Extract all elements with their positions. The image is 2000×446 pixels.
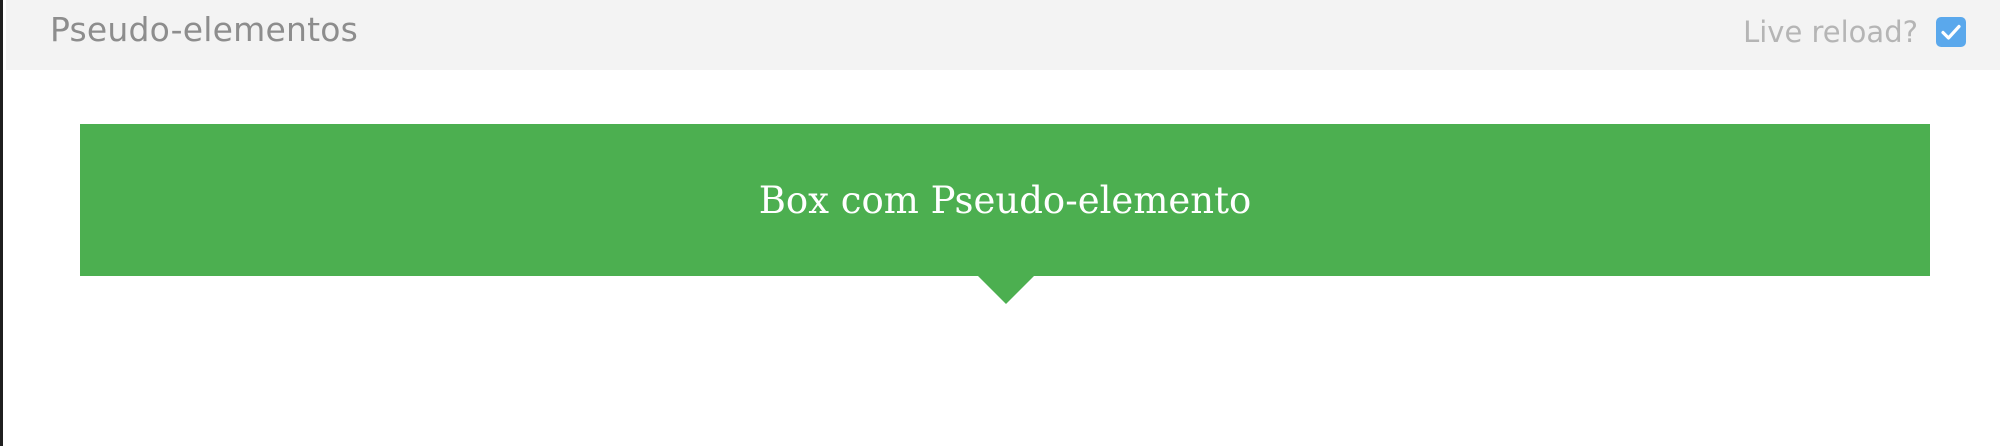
live-reload-label[interactable]: Live reload?	[1743, 14, 1918, 50]
live-reload-checkbox[interactable]	[1936, 17, 1966, 47]
pseudo-element-box: Box com Pseudo-elemento	[80, 124, 1930, 276]
live-reload-control[interactable]: Live reload?	[1743, 14, 1966, 50]
page-title: Pseudo-elementos	[50, 10, 359, 49]
panel-header: Pseudo-elementos Live reload?	[6, 0, 2000, 70]
app-window: Pseudo-elementos Live reload? Box com Ps…	[0, 0, 2000, 446]
triangle-down-icon	[978, 276, 1034, 304]
checkmark-icon	[1941, 24, 1961, 40]
box-label: Box com Pseudo-elemento	[758, 179, 1252, 222]
